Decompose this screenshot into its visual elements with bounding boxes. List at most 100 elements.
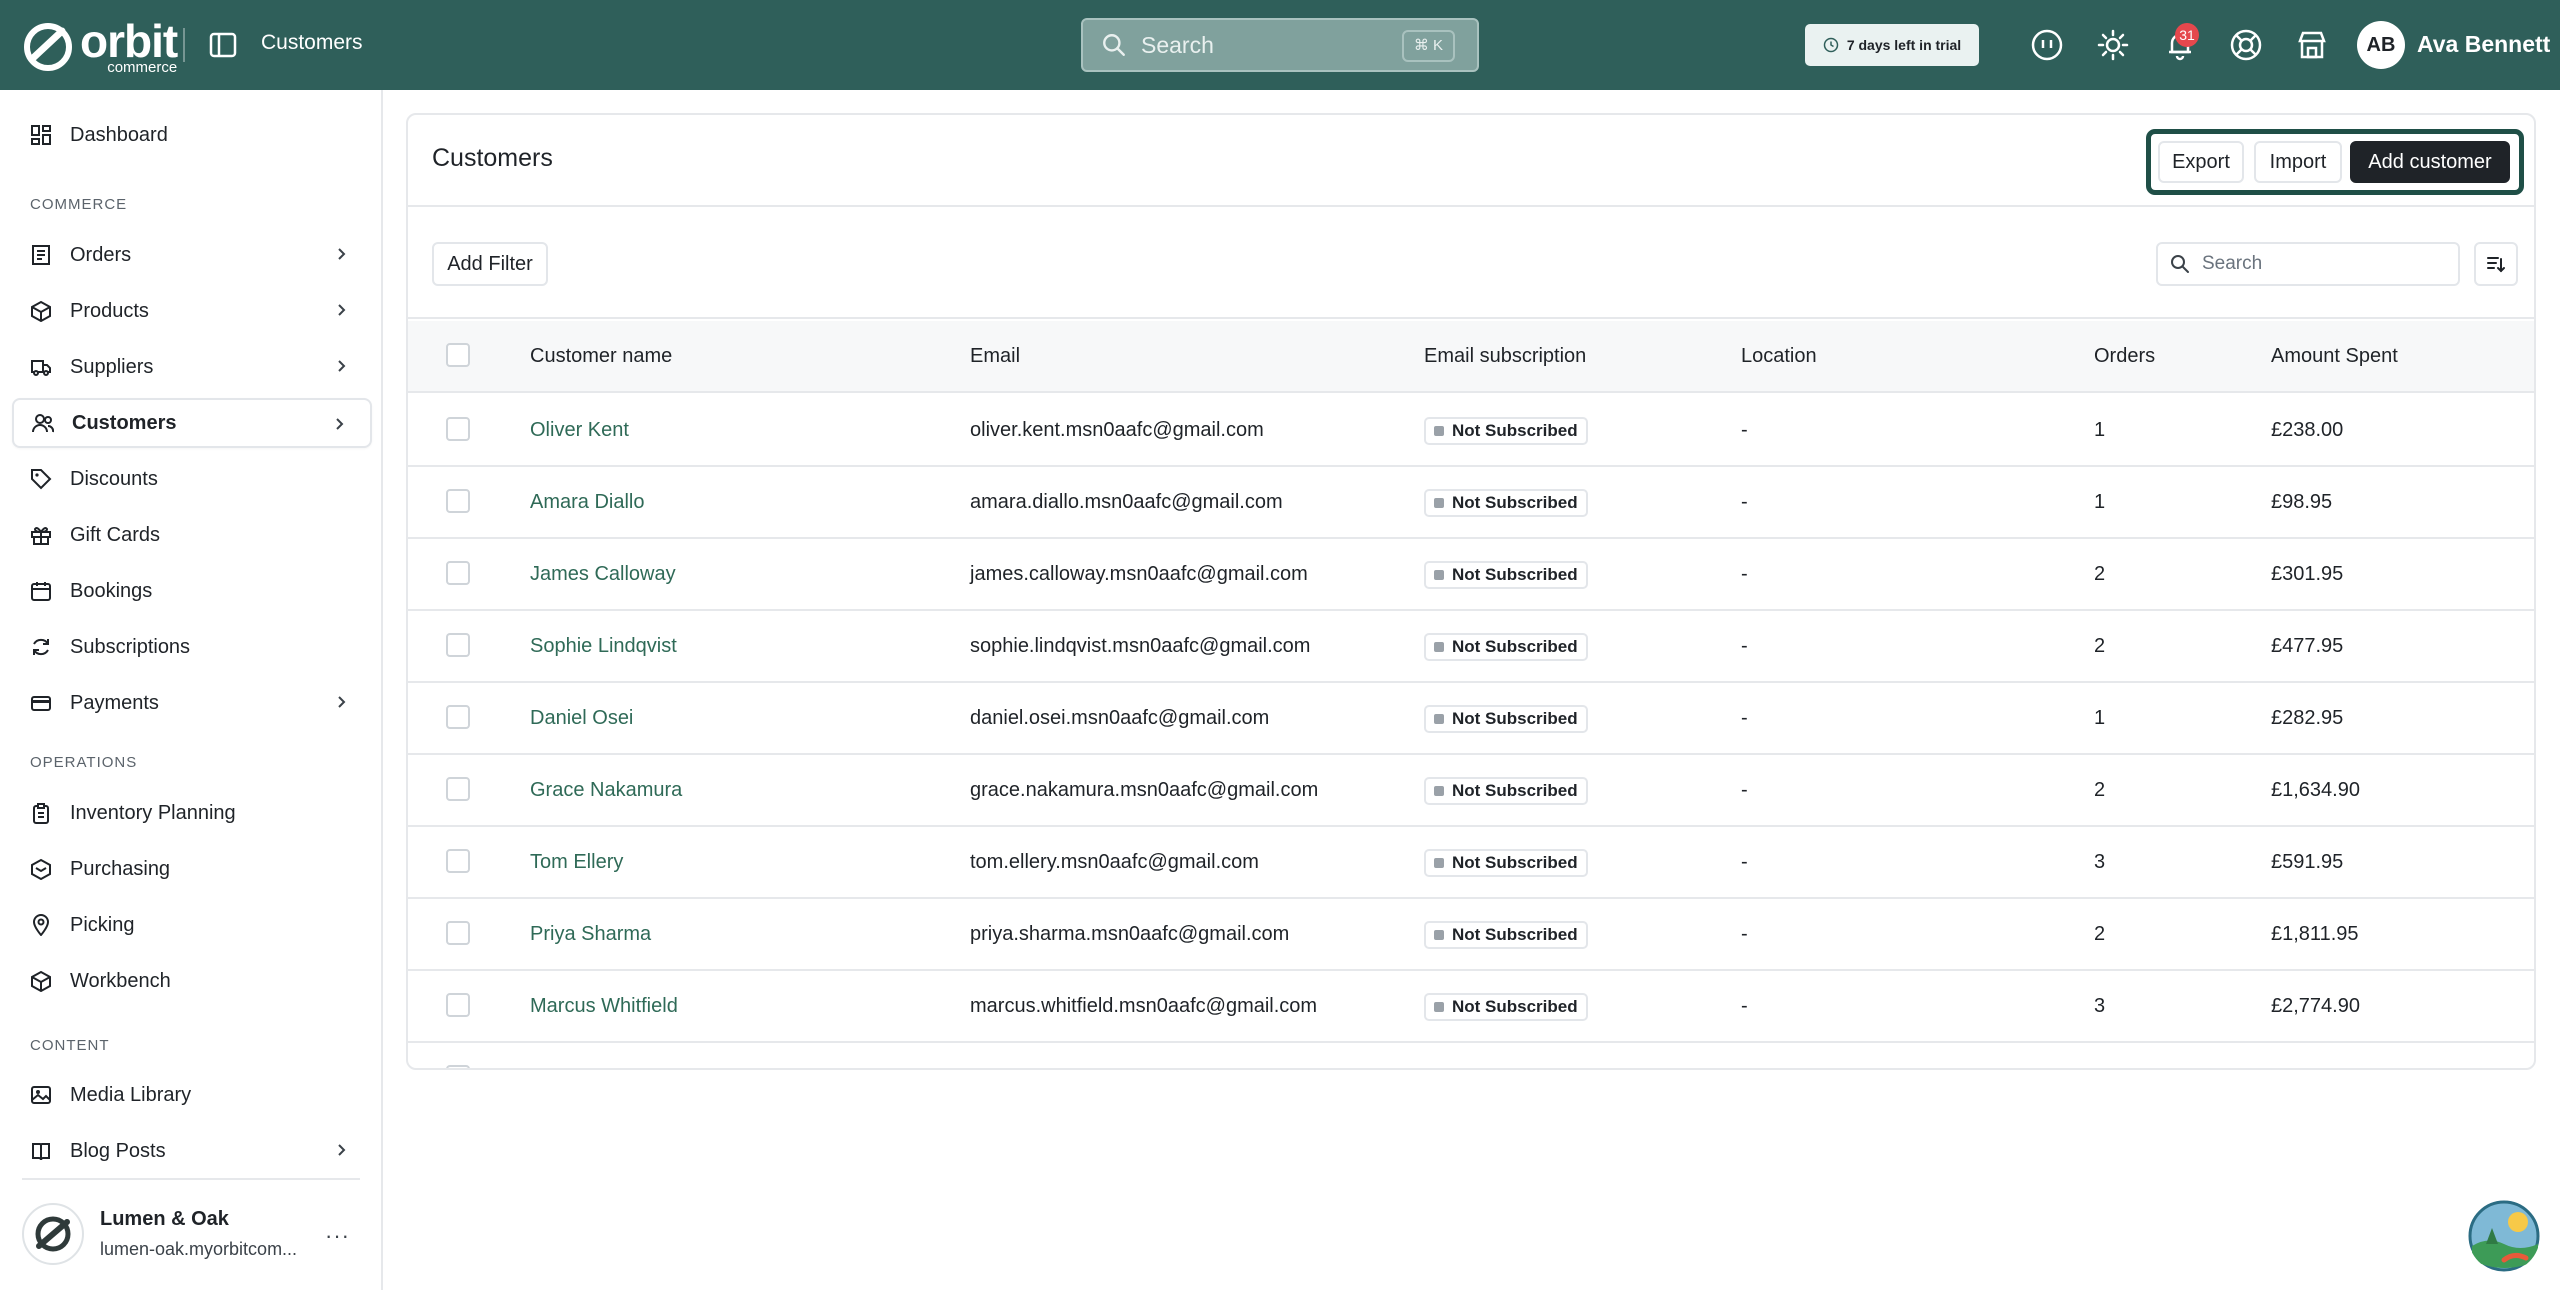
column-customer-name[interactable]: Customer name [530,345,672,368]
row-checkbox[interactable] [446,561,470,585]
row-checkbox[interactable] [446,417,470,441]
row-checkbox[interactable] [446,849,470,873]
sidebar-item-gift-cards[interactable]: Gift Cards [12,510,372,560]
assistant-avatar-icon [2468,1200,2540,1272]
table-row[interactable]: Priya Sharma priya.sharma.msn0aafc@gmail.… [408,899,2534,971]
customer-location: - [1741,995,1748,1017]
sidebar-item-purchasing[interactable]: Purchasing [12,844,372,894]
table-row[interactable]: Oliver Kent oliver.kent.msn0aafc@gmail.co… [408,395,2534,467]
chevron-right-icon [338,696,346,708]
customer-orders: 1 [2094,491,2106,513]
customer-name-link[interactable]: Daniel Osei [530,707,633,730]
sidebar-item-inventory-planning[interactable]: Inventory Planning [12,788,372,838]
sidebar-item-bookings[interactable]: Bookings [12,566,372,616]
customer-amount-spent: £1,634.90 [2271,779,2360,801]
customer-amount-spent: £238.00 [2271,419,2344,441]
subscription-badge: Not Subscribed [1424,921,1588,949]
subscription-badge: Not Subscribed [1424,489,1588,517]
store-url: lumen-oak.myorbitcom... [100,1239,298,1259]
sidebar-item-orders[interactable]: Orders [12,230,372,280]
add-filter-button[interactable]: Add Filter [432,242,548,286]
import-button[interactable]: Import [2254,141,2342,183]
table-row[interactable]: James Calloway james.calloway.msn0aafc@gm… [408,539,2534,611]
user-avatar[interactable]: AB [2357,21,2405,69]
sidebar-item-picking[interactable]: Picking [12,900,372,950]
subscription-badge: Not Subscribed [1424,849,1588,877]
trial-badge[interactable]: 7 days left in trial [1805,24,1979,66]
table-row[interactable]: Daniel Osei daniel.osei.msn0aafc@gmail.co… [408,683,2534,755]
export-button[interactable]: Export [2158,141,2244,183]
column-amount-spent[interactable]: Amount Spent [2271,345,2398,368]
help-chat-icon[interactable] [2030,28,2064,62]
table-row-partial[interactable] [408,1043,2534,1068]
row-checkbox[interactable] [446,921,470,945]
customer-orders: 1 [2094,707,2106,729]
sidebar-item-label: Purchasing [70,857,171,880]
sidebar-item-workbench[interactable]: Workbench [12,956,372,1006]
sidebar-item-products[interactable]: Products [12,286,372,336]
row-checkbox[interactable] [446,993,470,1017]
customer-location: - [1741,779,1748,801]
column-email[interactable]: Email [970,345,1020,368]
customer-name-link[interactable]: Oliver Kent [530,419,629,442]
top-bar: orbit commerce Customers Search ⌘ K 7 da… [0,0,2560,90]
table-row[interactable]: Sophie Lindqvist sophie.lindqvist.msn0aaf… [408,611,2534,683]
row-checkbox[interactable] [446,1065,470,1068]
table-row[interactable]: Tom Ellery tom.ellery.msn0aafc@gmail.com N… [408,827,2534,899]
sidebar-item-subscriptions[interactable]: Subscriptions [12,622,372,672]
sidebar-item-discounts[interactable]: Discounts [12,454,372,504]
chevron-right-icon [338,248,346,260]
cube-icon [31,970,51,992]
sidebar-item-media-library[interactable]: Media Library [12,1070,372,1120]
customer-name-link[interactable]: Marcus Whitfield [530,995,678,1018]
customer-location: - [1741,419,1748,441]
customer-name-link[interactable]: Sophie Lindqvist [530,635,677,658]
customer-name-link[interactable]: Priya Sharma [530,923,651,946]
row-checkbox[interactable] [446,705,470,729]
table-row[interactable]: Amara Diallo amara.diallo.msn0aafc@gmail.… [408,467,2534,539]
book-icon [32,1143,50,1161]
global-search-input[interactable]: Search ⌘ K [1081,18,1479,72]
customer-name-link[interactable]: Tom Ellery [530,851,623,874]
customer-orders: 3 [2094,851,2106,873]
sidebar-item-customers[interactable]: Customers [12,398,372,448]
table-row[interactable]: Grace Nakamura grace.nakamura.msn0aafc@gm… [408,755,2534,827]
sidebar-item-blog-posts[interactable]: Blog Posts [12,1126,372,1176]
support-icon[interactable] [2229,28,2263,62]
clock-icon [1823,37,1839,53]
row-checkbox[interactable] [446,777,470,801]
sort-button[interactable] [2474,242,2518,286]
column-orders[interactable]: Orders [2094,345,2155,368]
row-checkbox[interactable] [446,633,470,657]
store-switcher[interactable]: Lumen & Oak lumen-oak.myorbitcom... ··· [22,1197,360,1271]
topbar-divider [183,28,185,62]
more-options-icon[interactable]: ··· [325,1223,350,1249]
customer-name-link[interactable]: James Calloway [530,563,676,586]
column-location[interactable]: Location [1741,345,1817,368]
customer-orders: 3 [2094,995,2106,1017]
sidebar-item-label: Discounts [70,467,158,490]
users-icon [32,414,54,433]
row-checkbox[interactable] [446,489,470,513]
sidebar-item-dashboard[interactable]: Dashboard [12,110,372,160]
tag-icon [31,469,52,490]
table-search-input[interactable]: Search [2156,242,2460,286]
orbit-logo[interactable]: orbit commerce [22,18,178,75]
assistant-avatar[interactable] [2468,1200,2540,1272]
sidebar-toggle-icon[interactable] [208,30,238,60]
sidebar-item-suppliers[interactable]: Suppliers [12,342,372,392]
select-all-checkbox[interactable] [446,343,470,367]
customer-email: daniel.osei.msn0aafc@gmail.com [970,707,1270,729]
sidebar-item-payments[interactable]: Payments [12,678,372,728]
column-email-subscription[interactable]: Email subscription [1424,345,1586,368]
customer-name-link[interactable]: Amara Diallo [530,491,644,514]
customer-email: grace.nakamura.msn0aafc@gmail.com [970,779,1319,801]
table-row[interactable]: Marcus Whitfield marcus.whitfield.msn0aaf… [408,971,2534,1043]
sidebar-item-label: Gift Cards [70,523,161,546]
card-header: Customers Export Import Add customer [408,115,2534,207]
customer-name-link[interactable]: Grace Nakamura [530,779,682,802]
add-customer-button[interactable]: Add customer [2350,141,2510,183]
storefront-icon[interactable] [2295,28,2329,62]
user-name[interactable]: Ava Bennett [2417,31,2550,58]
sun-icon[interactable] [2096,28,2130,62]
